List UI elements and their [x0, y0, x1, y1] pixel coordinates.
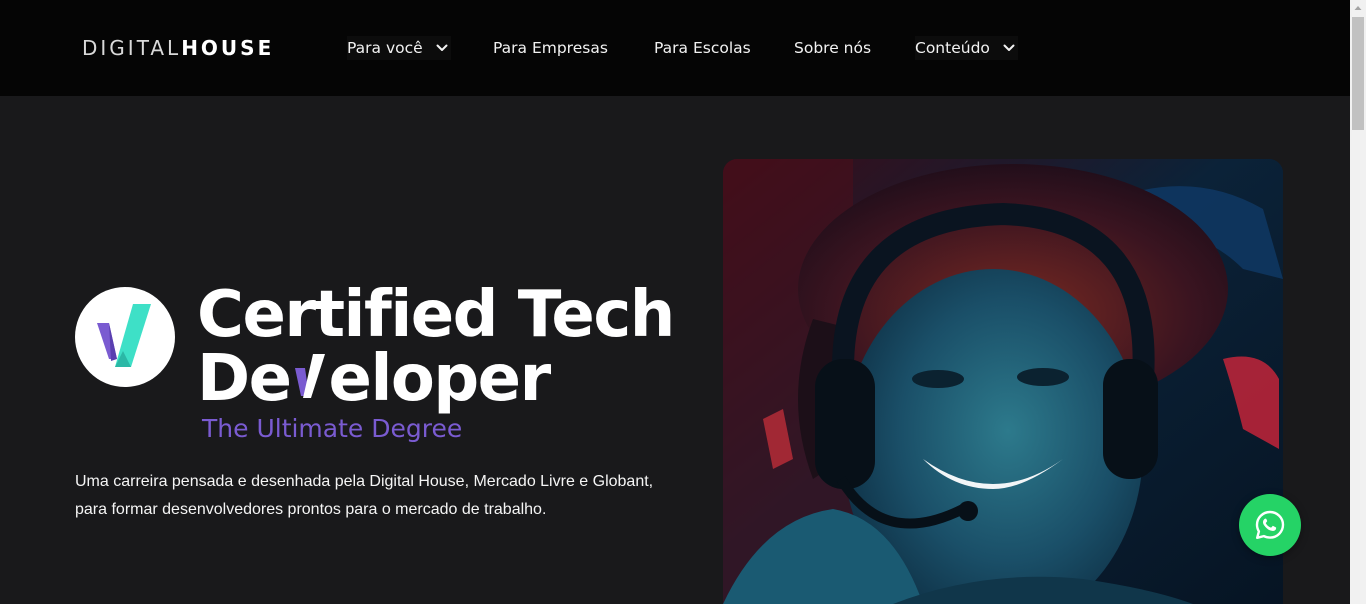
nav-label: Para você: [347, 39, 423, 57]
description-line-2: para formar desenvolvedores prontos para…: [75, 501, 547, 518]
logo-text-light: DIGITAL: [82, 36, 182, 60]
nav-para-escolas[interactable]: Para Escolas: [654, 36, 751, 60]
nav-sobre-nos[interactable]: Sobre nós: [794, 36, 871, 60]
digital-house-logo[interactable]: DIGITALHOUSE: [82, 36, 274, 60]
whatsapp-chat-button[interactable]: [1239, 494, 1301, 556]
gamer-with-headset-photo: [723, 159, 1283, 604]
scrollbar-thumb[interactable]: [1352, 17, 1364, 130]
whatsapp-icon: [1255, 510, 1285, 539]
description-line-1: Uma carreira pensada e desenhada pela Di…: [75, 473, 654, 490]
certified-v-logo-icon: [97, 304, 151, 367]
nav-label: Para Escolas: [654, 39, 751, 57]
chevron-down-icon: [436, 44, 448, 51]
site-header: DIGITALHOUSE Para você Para Empresas Par…: [0, 0, 1350, 96]
chevron-down-icon: [1003, 44, 1015, 51]
title-part-a: De: [197, 342, 292, 416]
nav-label: Conteúdo: [915, 39, 990, 57]
hero-description: Uma carreira pensada e desenhada pela Di…: [75, 468, 675, 524]
hero-subtitle: The Ultimate Degree: [202, 414, 463, 443]
v-mark-icon: [291, 350, 329, 400]
scroll-up-arrow-icon[interactable]: [1350, 0, 1366, 16]
hero-title-line2: De eloper: [197, 342, 552, 416]
nav-label: Sobre nós: [794, 39, 872, 57]
nav-para-voce[interactable]: Para você: [347, 36, 451, 60]
logo-text-bold: HOUSE: [181, 36, 275, 60]
title-part-b: eloper: [328, 342, 552, 416]
nav-conteudo[interactable]: Conteúdo: [915, 36, 1018, 60]
certified-badge: [75, 287, 175, 387]
nav-para-empresas[interactable]: Para Empresas: [493, 36, 608, 60]
nav-label: Para Empresas: [493, 39, 608, 57]
hero-title-line1: Certified Tech: [197, 278, 675, 352]
hero-image: [723, 159, 1283, 604]
